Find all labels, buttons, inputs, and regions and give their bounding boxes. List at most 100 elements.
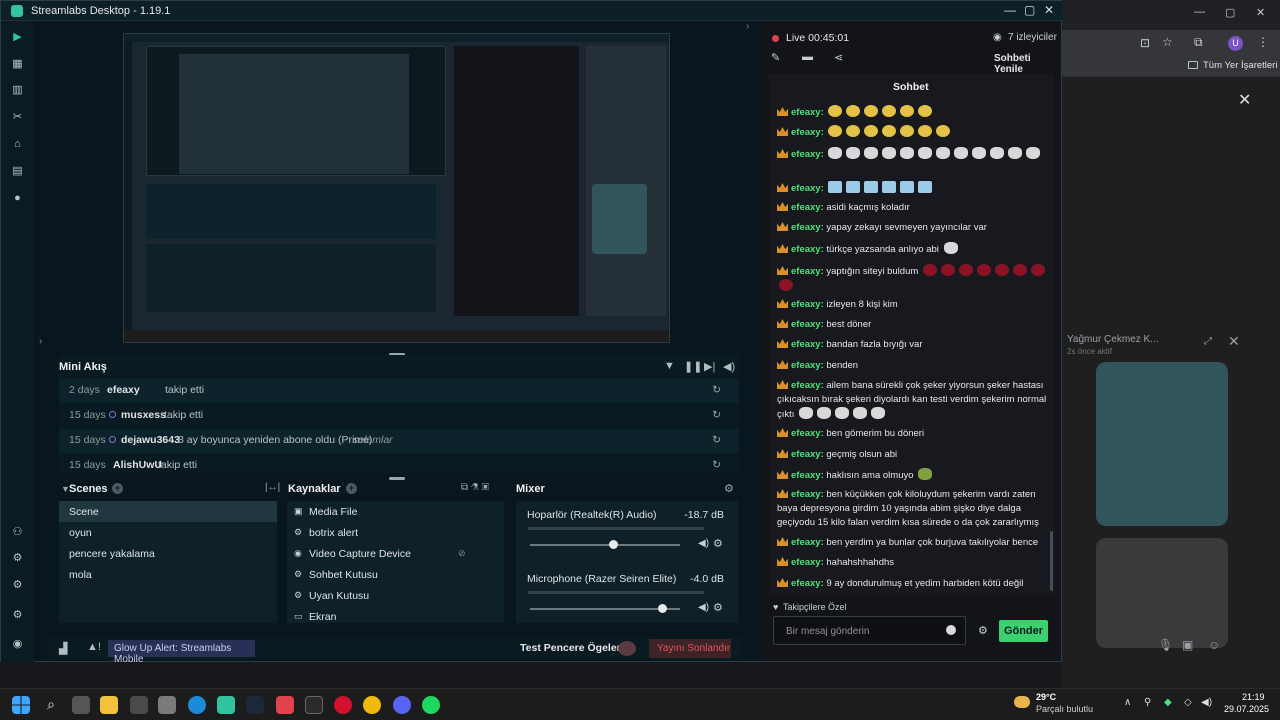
end-stream-button[interactable]: Yayını Sonlandır <box>649 639 731 658</box>
source-item[interactable]: ⚙ Sohbet Kutusu <box>287 564 504 585</box>
mixer-settings-icon[interactable]: ⚙ <box>724 482 734 495</box>
start-icon[interactable] <box>12 696 30 714</box>
chat-username[interactable]: efeaxy: <box>791 266 826 277</box>
send-button[interactable]: Gönder <box>999 620 1048 642</box>
menu-kebab-icon[interactable]: ⋮ <box>1257 35 1269 49</box>
video-thumbnail[interactable] <box>1096 362 1228 526</box>
task-view-icon[interactable] <box>72 696 90 714</box>
maximize-icon[interactable]: ▢ <box>1225 6 1235 19</box>
chat-username[interactable]: efeaxy: <box>791 449 826 460</box>
chat-username[interactable]: efeaxy: <box>791 149 826 160</box>
spotify-icon[interactable] <box>422 696 440 714</box>
chat-username[interactable]: efeaxy: <box>791 360 826 371</box>
collapse-left-icon[interactable]: › <box>39 336 42 347</box>
speaker-icon[interactable]: ◀) <box>698 602 709 613</box>
performance-icon[interactable]: ▟ <box>59 642 67 655</box>
close-icon[interactable]: ✕ <box>1256 6 1265 19</box>
volume-slider-knob[interactable] <box>608 540 618 549</box>
all-bookmarks-label[interactable]: Tüm Yer İşaretleri <box>1203 60 1277 71</box>
opera-icon[interactable] <box>334 696 352 714</box>
close-overlay-icon[interactable]: ✕ <box>1238 90 1251 110</box>
chat-username[interactable]: efeaxy: <box>791 578 826 589</box>
mic-icon[interactable]: 🎙 <box>1158 638 1173 652</box>
resize-handle[interactable] <box>389 477 405 480</box>
dashboard-icon[interactable]: ⚙ <box>11 552 24 565</box>
collapse-right-icon[interactable]: › <box>746 21 749 32</box>
profile-avatar[interactable]: U <box>1228 36 1243 51</box>
chat-username[interactable]: efeaxy: <box>791 127 826 138</box>
network-icon[interactable]: ◇ <box>1184 697 1192 708</box>
chat-username[interactable]: efeaxy: <box>791 470 826 481</box>
chat-username[interactable]: efeaxy: <box>791 537 826 548</box>
channel-settings-icon[interactable]: ⚙ <box>713 537 723 550</box>
minimize-icon[interactable]: — <box>1194 6 1205 18</box>
apps-icon[interactable]: ⚇ <box>11 526 24 539</box>
add-source-button[interactable]: + <box>346 483 357 494</box>
repeat-alert-icon[interactable]: ↻ <box>712 384 721 396</box>
chat-username[interactable]: efeaxy: <box>791 183 826 194</box>
account-icon[interactable]: ◉ <box>11 638 24 651</box>
highlighter-icon[interactable]: ▤ <box>11 165 24 178</box>
extensions-icon[interactable]: ⧉ <box>1194 35 1203 50</box>
chat-username[interactable]: efeaxy: <box>791 202 826 213</box>
skip-icon[interactable]: ▶| <box>704 360 715 373</box>
discord-icon[interactable] <box>393 696 411 714</box>
tray-chevron-icon[interactable]: ∧ <box>1124 697 1131 708</box>
visibility-off-icon[interactable]: ⊘ <box>458 548 466 559</box>
edit-stream-icon[interactable]: ✎ <box>771 51 780 64</box>
alert-settings-icon[interactable]: ⚙ <box>11 579 24 592</box>
chat-username[interactable]: efeaxy: <box>791 428 826 439</box>
epic-games-icon[interactable] <box>305 696 323 714</box>
chat-username[interactable]: efeaxy: <box>791 380 826 391</box>
chat-username[interactable]: efeaxy: <box>791 107 826 118</box>
layout-icon[interactable]: ▦ <box>11 58 24 71</box>
scene-item[interactable]: Scene <box>59 501 277 522</box>
expand-icon[interactable]: ⤢ <box>1204 336 1212 347</box>
edge-icon[interactable] <box>188 696 206 714</box>
tools-icon[interactable]: ✂ <box>11 111 24 124</box>
channel-settings-icon[interactable]: ⚙ <box>713 601 723 614</box>
speaker-icon[interactable]: ◀) <box>698 538 709 549</box>
install-app-icon[interactable]: ⊡ <box>1140 36 1150 50</box>
source-tools-icon[interactable]: ⧉ ⚗ ▣ <box>461 482 489 493</box>
scene-item[interactable]: oyun <box>59 522 277 543</box>
record-button[interactable] <box>618 641 636 656</box>
chat-scrollbar[interactable] <box>1050 531 1053 591</box>
source-item[interactable]: ◉ Video Capture Device ⊘ <box>287 543 504 564</box>
search-icon[interactable]: ⌕ <box>42 696 60 714</box>
scene-item[interactable]: pencere yakalama <box>59 543 277 564</box>
chrome-icon[interactable] <box>363 696 381 714</box>
volume-slider[interactable] <box>530 540 680 549</box>
image-icon[interactable]: ▣ <box>1182 638 1193 652</box>
maximize-icon[interactable]: ▢ <box>1024 3 1035 17</box>
bookmark-star-icon[interactable]: ☆ <box>1162 35 1173 49</box>
folder-icon[interactable]: ▬ <box>802 51 813 63</box>
streamlabs-icon[interactable] <box>217 696 235 714</box>
tray-app-icon[interactable]: ⚲ <box>1144 697 1151 708</box>
source-item[interactable]: ▭ Ekran <box>287 606 504 623</box>
chat-username[interactable]: efeaxy: <box>791 222 826 233</box>
volume-slider[interactable] <box>530 604 680 613</box>
source-item[interactable]: ⚙ botrix alert <box>287 522 504 543</box>
sticker-icon[interactable]: ☺ <box>1208 638 1220 652</box>
scene-item[interactable]: mola <box>59 564 277 585</box>
scene-transition-icon[interactable]: |↔| <box>265 482 280 493</box>
share-icon[interactable]: ⋖ <box>834 51 843 64</box>
video-thumbnail-2[interactable] <box>1096 538 1228 648</box>
store-icon[interactable] <box>130 696 148 714</box>
record-icon[interactable]: ● <box>11 192 24 205</box>
app-icon[interactable] <box>276 696 294 714</box>
repeat-alert-icon[interactable]: ↻ <box>712 409 721 421</box>
store-icon[interactable]: ⌂ <box>11 138 24 151</box>
close-card-icon[interactable]: ✕ <box>1228 333 1240 350</box>
chat-username[interactable]: efeaxy: <box>791 489 826 500</box>
glow-up-alert[interactable]: Glow Up Alert: Streamlabs Mobile <box>108 640 255 665</box>
chat-settings-icon[interactable]: ⚙ <box>978 624 988 637</box>
test-widgets-label[interactable]: Test Pencere Ögeleri <box>520 642 624 654</box>
chat-username[interactable]: efeaxy: <box>791 557 826 568</box>
snipping-tool-icon[interactable] <box>158 696 176 714</box>
volume-icon[interactable]: ◀) <box>723 360 735 373</box>
emote-picker-icon[interactable] <box>946 625 956 635</box>
add-scene-button[interactable]: + <box>112 483 123 494</box>
themes-icon[interactable]: ▥ <box>11 84 24 97</box>
